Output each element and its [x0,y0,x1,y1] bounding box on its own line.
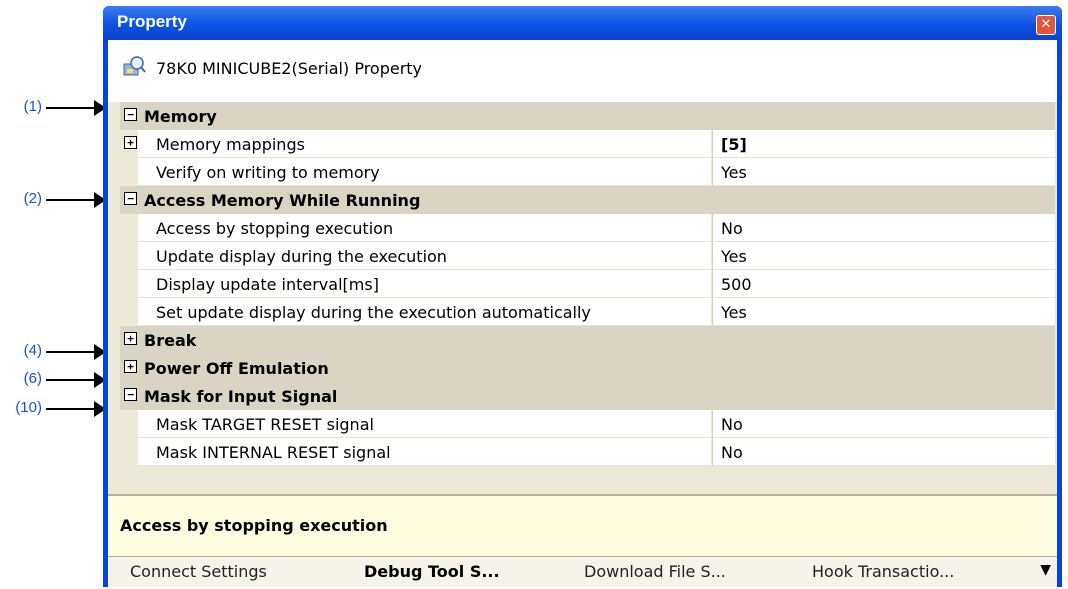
property-value: No [721,443,743,462]
callout-10: (10) [0,398,106,418]
value-cell[interactable]: [5] [712,130,1055,158]
value-cell[interactable]: No [712,410,1055,438]
value-cell[interactable]: No [712,438,1055,466]
callout-1: (1) [0,97,106,117]
property-header-text: 78K0 MINICUBE2(Serial) Property [156,59,423,78]
row-set-update-auto[interactable]: Set update display during the execution … [120,298,1055,326]
category-label: Power Off Emulation [144,359,329,378]
property-value: No [721,219,743,238]
collapse-icon[interactable]: − [124,108,137,121]
callout-label: (2) [23,190,42,207]
callout-label: (4) [23,342,42,359]
name-cell: Set update display during the execution … [138,298,711,326]
tab-download-file-settings[interactable]: Download File S... [584,557,784,587]
callout-line [46,379,98,381]
row-update-interval[interactable]: Display update interval[ms] 500 [120,270,1055,298]
category-break[interactable]: + Break [120,326,1055,354]
property-name: Access by stopping execution [156,219,394,238]
title-bar[interactable]: Property ✕ [103,6,1062,40]
value-cell[interactable]: Yes [712,242,1055,270]
description-text: Access by stopping execution [120,516,388,535]
callout-4: (4) [0,341,106,361]
tab-debug-tool-settings[interactable]: Debug Tool S... [364,557,554,587]
row-memory-mappings[interactable]: + Memory mappings [5] [120,130,1055,158]
row-mask-internal-reset[interactable]: Mask INTERNAL RESET signal No [120,438,1055,466]
property-gear-icon [123,56,146,76]
value-cell[interactable]: No [712,214,1055,242]
tab-label: Download File S... [584,562,726,581]
description-panel: Access by stopping execution [108,494,1057,560]
property-name: Display update interval[ms] [156,275,379,294]
callout-label: (6) [23,370,42,387]
property-name: Mask INTERNAL RESET signal [156,443,391,462]
property-value: 500 [721,275,752,294]
tab-label: Debug Tool S... [364,562,500,581]
value-cell[interactable]: Yes [712,158,1055,186]
panel-client: 78K0 MINICUBE2(Serial) Property − Memory… [108,40,1057,587]
category-access-memory[interactable]: − Access Memory While Running [120,186,1055,214]
expand-icon[interactable]: + [124,360,137,373]
collapse-icon[interactable]: − [124,192,137,205]
row-mask-target-reset[interactable]: Mask TARGET RESET signal No [120,410,1055,438]
category-power-off[interactable]: + Power Off Emulation [120,354,1055,382]
property-name: Update display during the execution [156,247,447,266]
row-update-display[interactable]: Update display during the execution Yes [120,242,1055,270]
property-value: Yes [721,163,747,182]
property-value: Yes [721,303,747,322]
value-cell[interactable]: Yes [712,298,1055,326]
value-cell[interactable]: 500 [712,270,1055,298]
name-cell: Access by stopping execution [138,214,711,242]
tab-label: Connect Settings [130,562,267,581]
callout-label: (1) [23,98,42,115]
property-header: 78K0 MINICUBE2(Serial) Property [108,40,1057,102]
name-cell: Update display during the execution [138,242,711,270]
tab-menu-arrow-icon[interactable]: ▼ [1040,562,1051,578]
expand-icon[interactable]: + [124,332,137,345]
callout-line [46,408,98,410]
category-label: Mask for Input Signal [144,387,338,406]
property-name: Memory mappings [156,135,305,154]
name-cell: Memory mappings [138,130,711,158]
callout-line [46,351,98,353]
category-label: Access Memory While Running [144,191,421,210]
callout-label: (10) [15,399,42,416]
category-memory[interactable]: − Memory [120,102,1055,130]
callout-line [46,199,98,201]
callout-line [46,107,98,109]
callout-6: (6) [0,369,106,389]
row-verify-writing[interactable]: Verify on writing to memory Yes [120,158,1055,186]
property-value: No [721,415,743,434]
category-mask-input[interactable]: − Mask for Input Signal [120,382,1055,410]
property-grid: − Memory + Memory mappings [5] Verify on… [120,102,1055,492]
property-value: Yes [721,247,747,266]
property-name: Verify on writing to memory [156,163,380,182]
tab-hook-transaction[interactable]: Hook Transactio... [812,557,1012,587]
property-value: [5] [721,135,747,154]
row-access-stopping[interactable]: Access by stopping execution No [120,214,1055,242]
property-name: Mask TARGET RESET signal [156,415,374,434]
collapse-icon[interactable]: − [124,388,137,401]
window-title: Property [117,12,187,31]
callout-2: (2) [0,189,106,209]
name-cell: Mask INTERNAL RESET signal [138,438,711,466]
property-window: Property ✕ 78K0 MINICUBE2(Serial) Proper… [103,6,1062,587]
close-icon[interactable]: ✕ [1036,15,1056,35]
expand-icon[interactable]: + [124,136,137,149]
property-name: Set update display during the execution … [156,303,591,322]
category-label: Memory [144,107,217,126]
category-label: Break [144,331,197,350]
tab-bar: Connect Settings Debug Tool S... Downloa… [108,556,1057,587]
name-cell: Mask TARGET RESET signal [138,410,711,438]
tab-label: Hook Transactio... [812,562,955,581]
name-cell: Display update interval[ms] [138,270,711,298]
name-cell: Verify on writing to memory [138,158,711,186]
tab-connect-settings[interactable]: Connect Settings [130,557,340,587]
